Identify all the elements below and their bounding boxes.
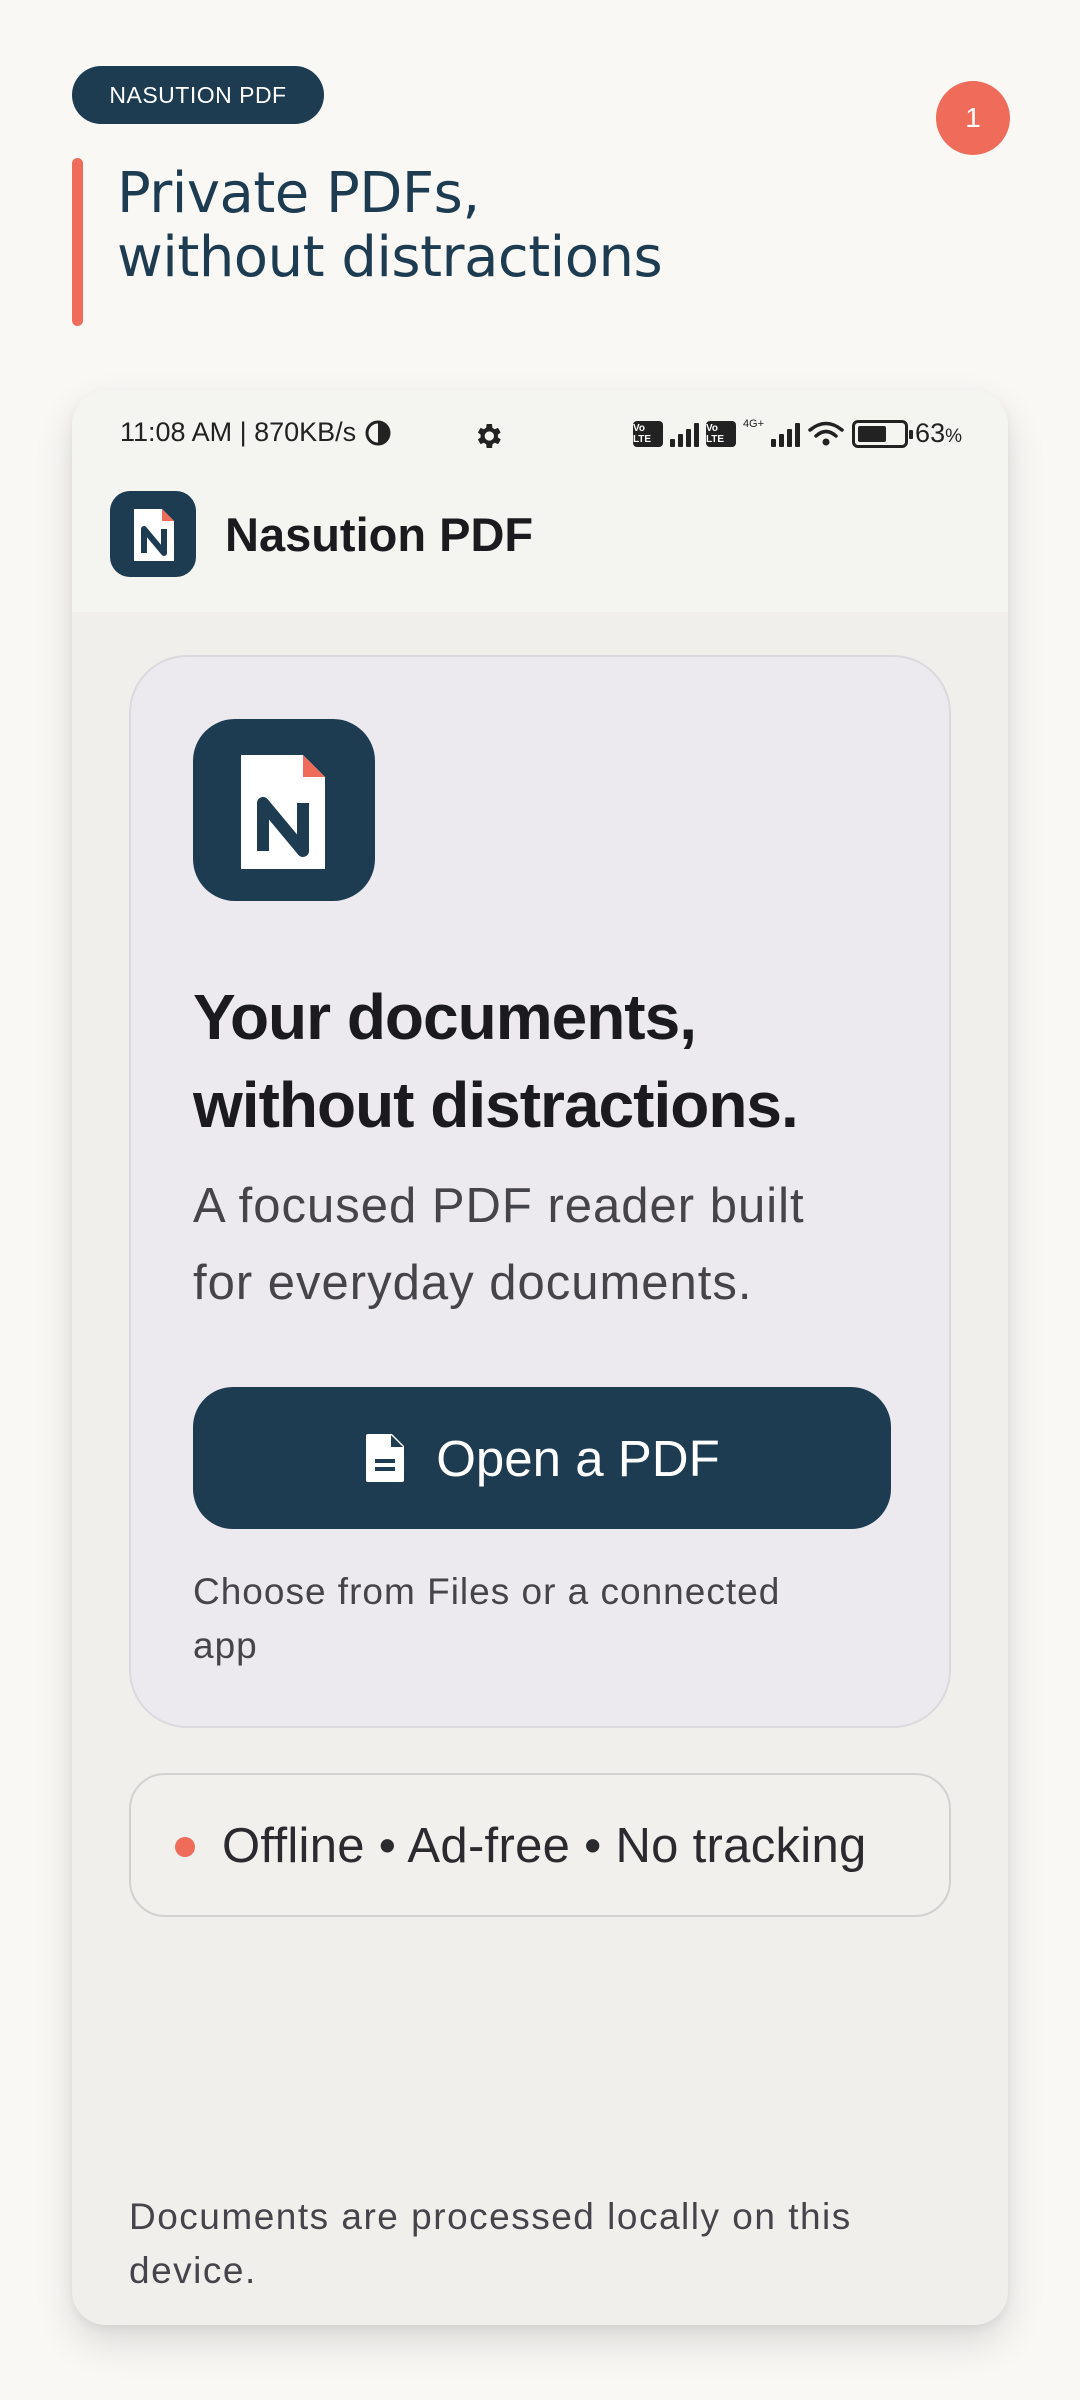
features-pill: Offline • Ad-free • No tracking xyxy=(129,1773,951,1917)
signal-bars-icon xyxy=(669,421,699,447)
hero-title-line-2: without distractions xyxy=(117,225,663,290)
status-time-speed: 11:08 AM | 870KB/s xyxy=(120,417,357,447)
features-text: Offline • Ad-free • No tracking xyxy=(222,1819,867,1873)
privacy-footnote-line-1: Documents are processed locally on this xyxy=(129,2196,852,2237)
hero-accent-bar xyxy=(72,158,83,326)
status-right: Vo LTE Vo LTE 4G+ 63% xyxy=(632,418,962,449)
status-bar: 11:08 AM | 870KB/s Vo LTE Vo LTE 4G+ 63% xyxy=(72,390,1008,480)
data-saver-icon xyxy=(365,420,391,445)
nasution-logo-icon xyxy=(110,491,196,577)
privacy-footnote: Documents are processed locally on this … xyxy=(129,2190,969,2298)
open-pdf-hint-line-2: app xyxy=(193,1625,258,1666)
welcome-heading: Your documents, without distractions. xyxy=(193,973,913,1149)
network-type-label: 4G+ xyxy=(742,418,765,430)
welcome-subtitle: A focused PDF reader built for everyday … xyxy=(193,1168,893,1322)
welcome-subtitle-line-2: for everyday documents. xyxy=(193,1256,753,1310)
battery-icon xyxy=(852,419,914,448)
volte-icon-2: Vo LTE xyxy=(705,420,736,447)
privacy-footnote-line-2: device. xyxy=(129,2250,257,2291)
feature-dot-icon xyxy=(175,1837,195,1857)
open-pdf-button[interactable]: Open a PDF xyxy=(193,1387,891,1529)
status-left: 11:08 AM | 870KB/s xyxy=(120,417,392,448)
nasution-large-logo-icon xyxy=(193,719,375,901)
welcome-subtitle-line-1: A focused PDF reader built xyxy=(193,1179,805,1233)
welcome-heading-line-1: Your documents, xyxy=(193,981,697,1053)
welcome-heading-line-2: without distractions. xyxy=(193,1069,799,1141)
hero-title: Private PDFs, without distractions xyxy=(117,162,937,290)
volte-icon: Vo LTE xyxy=(632,420,663,447)
hero-title-line-1: Private PDFs, xyxy=(117,161,480,226)
open-pdf-hint: Choose from Files or a connected app xyxy=(193,1565,873,1673)
open-pdf-button-label: Open a PDF xyxy=(436,1429,720,1487)
battery-unit: % xyxy=(945,426,962,447)
open-pdf-hint-line-1: Choose from Files or a connected xyxy=(193,1571,781,1612)
wifi-icon xyxy=(808,421,844,445)
settings-gear-icon xyxy=(477,424,501,448)
signal-bars-icon-2 xyxy=(771,421,801,447)
phone-screen: 11:08 AM | 870KB/s Vo LTE Vo LTE 4G+ 63%… xyxy=(72,390,1008,2325)
brand-label: NASUTION PDF xyxy=(72,66,324,124)
step-badge: 1 xyxy=(936,81,1010,155)
welcome-card: Your documents, without distractions. A … xyxy=(129,655,951,1728)
app-title: Nasution PDF xyxy=(225,508,534,561)
document-icon xyxy=(366,1434,405,1482)
battery-percent: 63% xyxy=(915,418,962,448)
